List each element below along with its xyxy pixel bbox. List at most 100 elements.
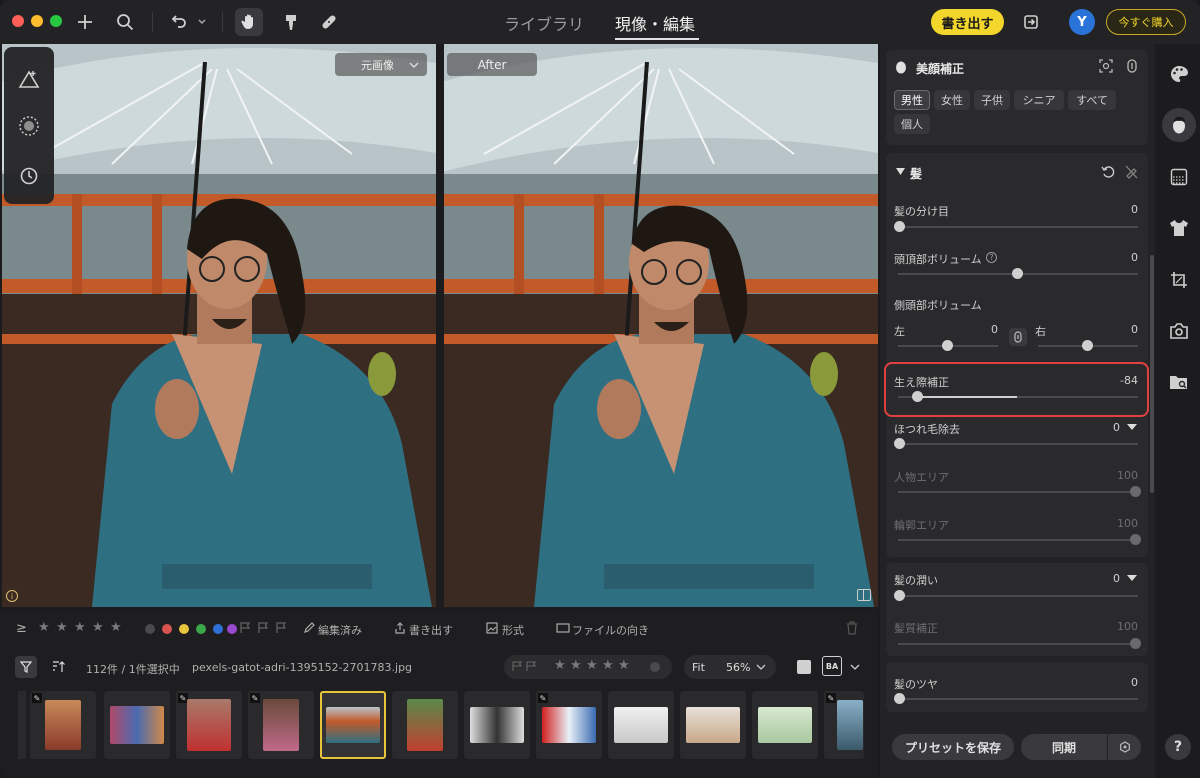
user-avatar[interactable]: Y — [1069, 9, 1095, 35]
trash-icon[interactable] — [846, 621, 858, 635]
search-icon[interactable] — [111, 8, 139, 36]
rating-star-icon[interactable]: ★ — [554, 658, 566, 673]
split-view-icon[interactable] — [857, 589, 871, 601]
info-icon[interactable]: i — [6, 590, 18, 602]
radial-filter-icon[interactable] — [17, 114, 41, 138]
adjust-triangle-icon[interactable] — [17, 67, 41, 91]
add-icon[interactable] — [71, 8, 99, 36]
color-label-green[interactable] — [196, 624, 206, 634]
filter-chip-female[interactable]: 女性 — [934, 90, 970, 110]
help-circle-icon[interactable]: ? — [986, 252, 997, 263]
stray-hair-slider[interactable] — [898, 443, 1138, 445]
zoom-chevron-down-icon[interactable] — [756, 664, 766, 671]
hair-parting-knob[interactable] — [894, 221, 905, 232]
thumbnail[interactable] — [464, 691, 530, 759]
color-label-yellow[interactable] — [179, 624, 189, 634]
crop-icon[interactable] — [1167, 268, 1191, 292]
thumbnail-selected[interactable] — [320, 691, 386, 759]
undo-icon[interactable] — [164, 8, 192, 36]
share-panel-icon[interactable] — [1017, 8, 1045, 36]
stray-hair-knob[interactable] — [894, 438, 905, 449]
thumbnail[interactable]: ✎ — [248, 691, 314, 759]
flag-icon[interactable] — [512, 661, 540, 672]
ge-symbol[interactable]: ≥ — [16, 621, 27, 636]
view-chevron-down-icon[interactable] — [850, 664, 860, 671]
fit-button[interactable]: Fit — [692, 661, 705, 674]
eraser-disabled-icon[interactable] — [1124, 165, 1138, 179]
sync-options-icon[interactable] — [1108, 734, 1141, 760]
undo-history-chevron-icon[interactable] — [192, 8, 212, 36]
rating-star-icon[interactable]: ★ — [110, 620, 122, 635]
close-window-button[interactable] — [12, 15, 24, 27]
filter-chip-child[interactable]: 子供 — [974, 90, 1010, 110]
face-detect-icon[interactable] — [1099, 59, 1113, 73]
camera-icon[interactable] — [1167, 319, 1191, 343]
link-toggle-icon[interactable] — [1009, 328, 1027, 346]
palette-icon[interactable] — [1167, 62, 1191, 86]
help-button[interactable]: ? — [1165, 734, 1191, 760]
folder-search-icon[interactable] — [1167, 370, 1191, 394]
rating-star-icon[interactable]: ★ — [38, 620, 50, 635]
hair-parting-slider[interactable] — [898, 226, 1138, 228]
rating-star-icon[interactable]: ★ — [602, 658, 614, 673]
sort-icon[interactable] — [51, 660, 65, 674]
hairline-knob[interactable] — [912, 391, 923, 402]
thumbnail[interactable] — [392, 691, 458, 759]
tab-develop-edit[interactable]: 現像・編集 — [615, 11, 695, 35]
bandage-tool-icon[interactable] — [315, 8, 343, 36]
before-after-toggle[interactable]: BA — [822, 656, 842, 676]
side-volume-left-knob[interactable] — [942, 340, 953, 351]
thumbnail[interactable]: ✎ — [176, 691, 242, 759]
hair-moisture-slider[interactable] — [898, 595, 1138, 597]
thumbnail[interactable] — [608, 691, 674, 759]
expand-triangle-icon[interactable] — [1127, 424, 1137, 431]
buy-now-button[interactable]: 今すぐ購入 — [1106, 9, 1186, 35]
filter-chip-all[interactable]: すべて — [1068, 90, 1116, 110]
filter-chip-senior[interactable]: シニア — [1014, 90, 1064, 110]
hair-moisture-knob[interactable] — [894, 590, 905, 601]
rating-star-icon[interactable]: ★ — [586, 658, 598, 673]
face-beauty-icon[interactable] — [1167, 113, 1191, 137]
rating-star-icon[interactable]: ★ — [74, 620, 86, 635]
tab-library[interactable]: ライブラリ — [504, 11, 584, 35]
color-label-none[interactable] — [145, 624, 155, 634]
single-view-icon[interactable] — [797, 660, 811, 674]
color-label-blue[interactable] — [213, 624, 223, 634]
export-filter[interactable]: 書き出す — [409, 622, 453, 638]
collapse-triangle-icon[interactable] — [896, 168, 905, 176]
zoom-value[interactable]: 56% — [726, 661, 750, 674]
flag-filter-icon[interactable] — [240, 622, 292, 634]
edited-filter[interactable]: 編集済み — [318, 622, 362, 638]
thumbnail[interactable]: ✎ — [30, 691, 96, 759]
color-label-dot[interactable] — [650, 662, 660, 672]
hair-gloss-knob[interactable] — [894, 693, 905, 704]
history-icon[interactable] — [17, 164, 41, 188]
filter-chip-individual[interactable]: 個人 — [894, 114, 930, 134]
brush-tool-icon[interactable] — [277, 8, 305, 36]
person-area-knob[interactable] — [1130, 486, 1141, 497]
shirt-icon[interactable] — [1167, 216, 1191, 240]
sync-button[interactable]: 同期 — [1021, 734, 1107, 760]
crown-volume-knob[interactable] — [1012, 268, 1023, 279]
filter-icon[interactable] — [15, 656, 37, 678]
hair-texture-knob[interactable] — [1130, 638, 1141, 649]
color-label-red[interactable] — [162, 624, 172, 634]
outline-area-slider[interactable] — [898, 539, 1138, 541]
minimize-window-button[interactable] — [31, 15, 43, 27]
rating-star-icon[interactable]: ★ — [570, 658, 582, 673]
rating-star-icon[interactable]: ★ — [92, 620, 104, 635]
toggle-icon[interactable] — [1126, 59, 1138, 73]
zoom-window-button[interactable] — [50, 15, 62, 27]
expand-triangle-icon[interactable] — [1127, 575, 1137, 582]
panel-scrollbar[interactable] — [1150, 255, 1154, 493]
color-label-purple[interactable] — [227, 624, 237, 634]
person-area-slider[interactable] — [898, 491, 1138, 493]
thumbnail[interactable] — [680, 691, 746, 759]
rating-star-icon[interactable]: ★ — [56, 620, 68, 635]
hair-gloss-slider[interactable] — [898, 698, 1138, 700]
after-image-pane[interactable] — [444, 44, 878, 607]
reset-icon[interactable] — [1101, 165, 1115, 179]
format-filter[interactable]: 形式 — [502, 622, 524, 638]
gradient-icon[interactable] — [1167, 165, 1191, 189]
hand-tool-icon[interactable] — [235, 8, 263, 36]
